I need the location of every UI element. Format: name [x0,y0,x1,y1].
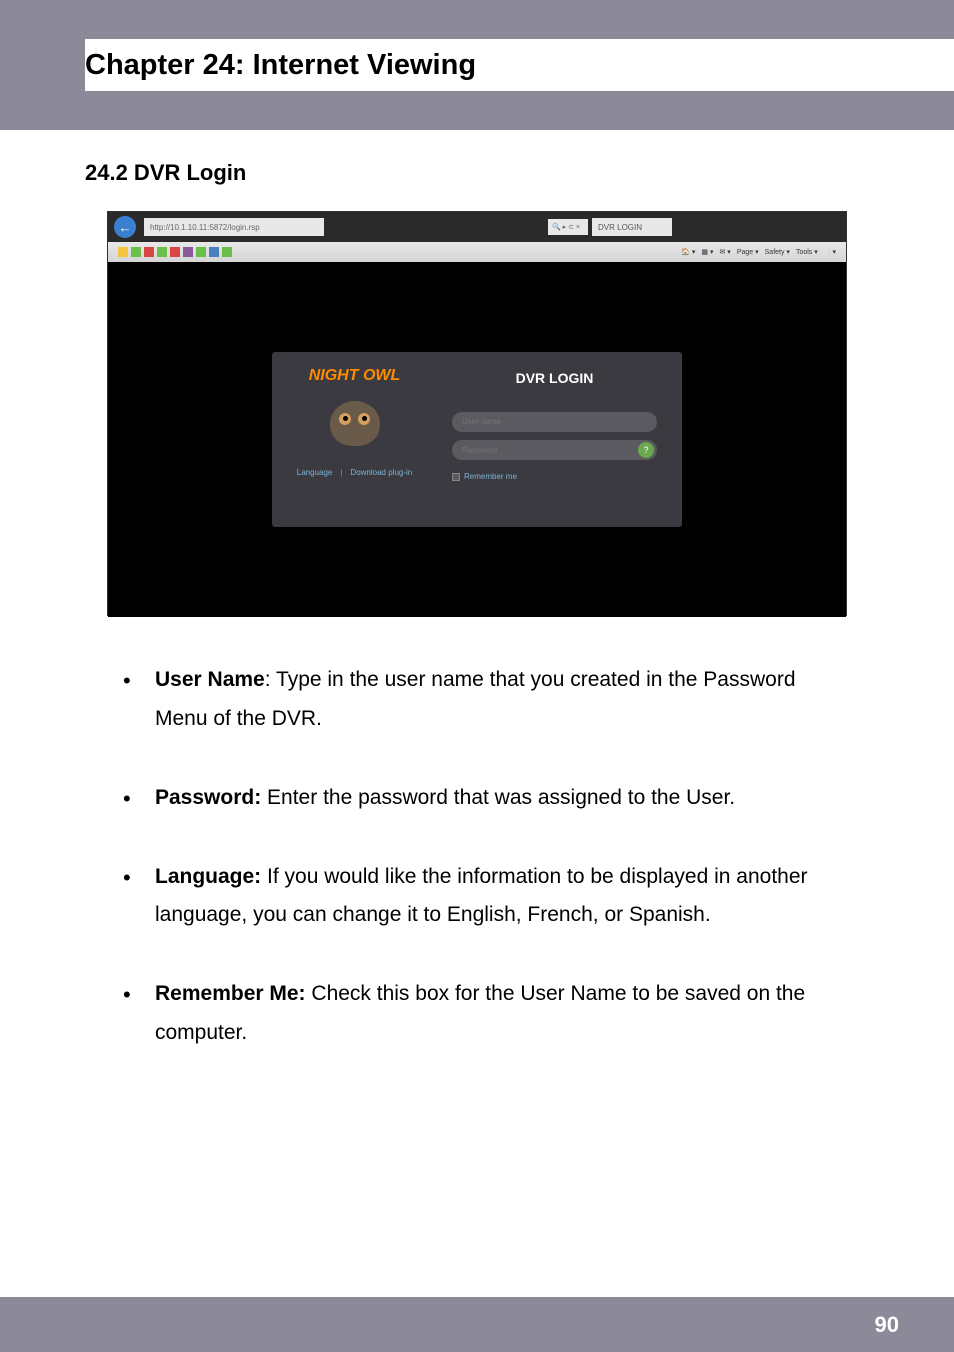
list-item-label: User Name [155,668,265,691]
login-panel: NIGHT OWL Language | Download plug-in [272,352,682,527]
help-icon[interactable]: ❔▾ [824,248,836,256]
back-arrow-icon: ← [119,220,132,235]
fav-icon[interactable] [170,247,180,257]
list-item: Remember Me: Check this box for the User… [115,975,849,1053]
feeds-icon[interactable]: ▦ ▾ [701,248,713,256]
list-item-label: Language: [155,865,261,888]
search-controls: 🔍 ▸ ⊂ × DVR LOGIN [548,218,672,236]
browser-screenshot: ← http://10.1.10.11:5872/login.rsp 🔍 ▸ ⊂… [107,211,847,616]
browser-titlebar: ← http://10.1.10.11:5872/login.rsp 🔍 ▸ ⊂… [108,212,846,242]
list-item: Language: If you would like the informat… [115,858,849,936]
list-item-text: Enter the password that was assigned to … [261,786,735,809]
fav-icon[interactable] [209,247,219,257]
fav-icon[interactable] [144,247,154,257]
login-heading: DVR LOGIN [452,370,657,386]
password-help-icon[interactable]: ? [638,442,654,458]
download-plugin-link[interactable]: Download plug-in [350,468,412,477]
favorites-icons [118,247,232,257]
list-item-label: Remember Me: [155,982,306,1005]
fav-icon[interactable] [196,247,206,257]
menu-page[interactable]: Page ▾ [737,248,759,256]
ie-command-bar: 🏠 ▾ ▦ ▾ ✉ ▾ Page ▾ Safety ▾ Tools ▾ ❔▾ [681,248,836,256]
fav-icon[interactable] [222,247,232,257]
username-input[interactable] [452,412,657,432]
list-item: Password: Enter the password that was as… [115,779,849,818]
search-box[interactable]: 🔍 ▸ ⊂ × [548,219,588,235]
fav-icon[interactable] [118,247,128,257]
password-row: ? [452,440,657,469]
login-right-column: DVR LOGIN ? Remember me [437,352,682,527]
back-button[interactable]: ← [114,216,136,238]
login-links-row: Language | Download plug-in [297,468,413,477]
fav-icon[interactable] [157,247,167,257]
remember-checkbox[interactable] [452,473,460,481]
address-text: http://10.1.10.11:5872/login.rsp [150,223,260,232]
menu-safety[interactable]: Safety ▾ [765,248,790,256]
chapter-header-banner: Chapter 24: Internet Viewing [0,0,954,130]
tab-label: DVR LOGIN [598,223,642,232]
remember-label: Remember me [464,472,517,481]
section-title: 24.2 DVR Login [85,160,954,186]
language-link[interactable]: Language [297,468,333,477]
remember-row: Remember me [452,472,657,481]
fav-icon[interactable] [131,247,141,257]
fav-icon[interactable] [183,247,193,257]
password-input[interactable] [452,440,657,460]
owl-logo-icon [320,393,390,453]
page-number: 90 [875,1312,899,1338]
chapter-title: Chapter 24: Internet Viewing [85,49,476,82]
home-icon[interactable]: 🏠 ▾ [681,248,695,256]
link-separator: | [340,468,342,477]
page-content-area: NIGHT OWL Language | Download plug-in [108,262,846,617]
list-item-label: Password: [155,786,261,809]
address-bar[interactable]: http://10.1.10.11:5872/login.rsp [144,218,324,236]
list-item: User Name: Type in the user name that yo… [115,661,849,739]
mail-icon[interactable]: ✉ ▾ [720,248,731,256]
ie-toolbar: 🏠 ▾ ▦ ▾ ✉ ▾ Page ▾ Safety ▾ Tools ▾ ❔▾ [108,242,846,262]
instruction-list: User Name: Type in the user name that yo… [0,661,954,1053]
login-left-column: NIGHT OWL Language | Download plug-in [272,352,437,527]
search-controls-text: 🔍 ▸ ⊂ × [552,223,580,231]
brand-logo-text: NIGHT OWL [309,367,401,385]
menu-tools[interactable]: Tools ▾ [796,248,818,256]
chapter-title-strip: Chapter 24: Internet Viewing [85,39,954,91]
browser-tab[interactable]: DVR LOGIN [592,218,672,236]
page-footer: 90 [0,1297,954,1352]
